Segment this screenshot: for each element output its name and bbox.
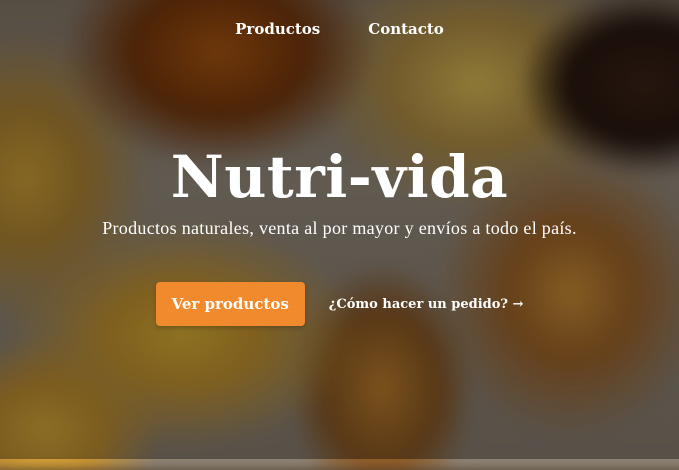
hero-subtitle: Productos naturales, venta al por mayor … bbox=[102, 218, 577, 238]
hero-title: Nutri-vida bbox=[170, 143, 509, 211]
hero-actions: Ver productos ¿Cómo hacer un pedido? → bbox=[0, 282, 679, 326]
hero-section: Nutri-vida Productos naturales, venta al… bbox=[0, 140, 679, 239]
top-nav: Productos Contacto bbox=[0, 20, 679, 38]
how-to-order-link[interactable]: ¿Cómo hacer un pedido? → bbox=[329, 297, 524, 312]
nav-link-productos[interactable]: Productos bbox=[235, 20, 320, 38]
view-products-button[interactable]: Ver productos bbox=[155, 282, 305, 326]
nav-link-contacto[interactable]: Contacto bbox=[368, 20, 444, 38]
